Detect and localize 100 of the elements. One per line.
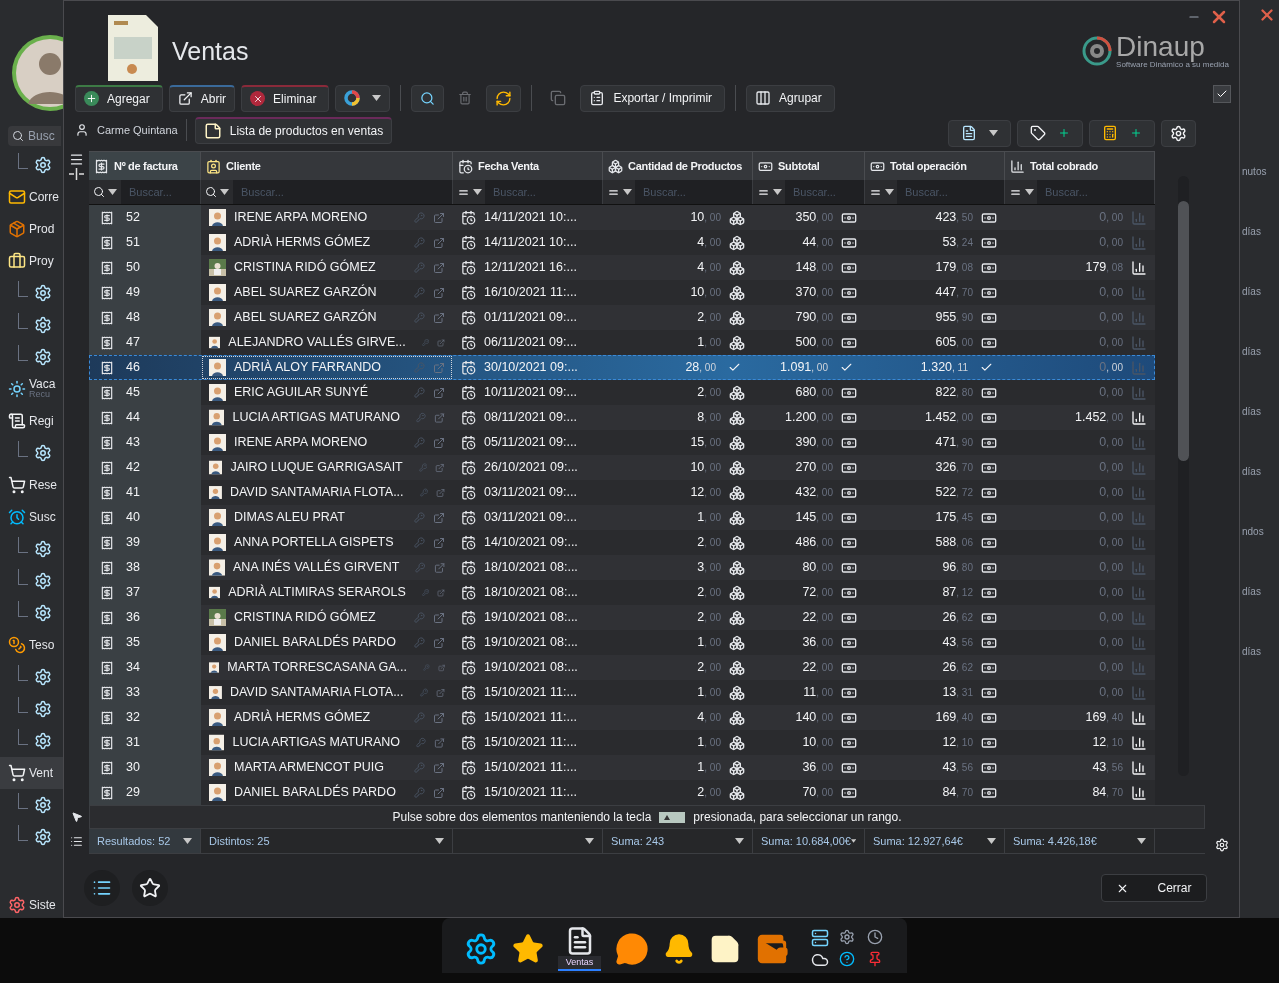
- table-row[interactable]: 31 LUCIA ARTIGAS MATURANO 15/10/2021 11:... 1, 00 10, 00 12, 10 12, 10: [89, 730, 1155, 755]
- key-icon[interactable]: [414, 537, 425, 548]
- close-button[interactable]: Cerrar: [1101, 874, 1207, 902]
- external-link-icon[interactable]: [433, 311, 445, 324]
- key-icon[interactable]: [414, 787, 425, 798]
- key-icon[interactable]: [414, 387, 425, 398]
- table-row[interactable]: 35 DANIEL BARALDÉS PARDO 19/10/2021 08:... 1, 00 36, 00 43, 56 0, 00: [89, 630, 1155, 655]
- external-link-icon[interactable]: [433, 211, 445, 224]
- table-row[interactable]: 42 JAIRO LUQUE GARRIGASAIT 26/10/2021 09:... 10, 00 270, 00 326, 70 0, 00: [89, 455, 1155, 480]
- external-link-icon[interactable]: [434, 411, 445, 424]
- close-icon[interactable]: [1258, 6, 1276, 24]
- export-button[interactable]: Exportar / Imprimir: [580, 84, 726, 112]
- sidebar-item[interactable]: Vaca Recu: [0, 372, 63, 405]
- table-row[interactable]: 32 ADRIÀ HERMS GÓMEZ 15/10/2021 11:... 4, 00 140, 00 169, 40 169, 40: [89, 705, 1155, 730]
- filter-operator[interactable]: [89, 180, 121, 204]
- external-link-icon[interactable]: [433, 536, 445, 549]
- external-link-icon[interactable]: [435, 461, 445, 474]
- filter-operator[interactable]: [603, 180, 635, 204]
- gear-icon[interactable]: [34, 347, 52, 366]
- gear-icon[interactable]: [34, 699, 52, 718]
- filter-operator[interactable]: [753, 180, 785, 204]
- external-link-icon[interactable]: [433, 236, 445, 249]
- filter-field[interactable]: Buscar...: [121, 183, 200, 201]
- table-row[interactable]: 43 IRENE ARPA MORENO 05/11/2021 09:... 15, 00 390, 00 471, 90 0, 00: [89, 430, 1155, 455]
- refresh-button[interactable]: [486, 84, 522, 112]
- sidebar-item[interactable]: Regi: [0, 404, 63, 437]
- key-icon[interactable]: [414, 287, 425, 298]
- table-row[interactable]: 44 LUCIA ARTIGAS MATURANO 08/11/2021 09:... 8, 00 1.200, 00 1.452, 00 1.452, 00: [89, 405, 1155, 430]
- filter-operator[interactable]: [453, 180, 485, 204]
- filter-field[interactable]: Buscar...: [233, 183, 452, 201]
- table-row[interactable]: 34 MARTA TORRESCASANA GA... 19/10/2021 08:... 2, 00 22, 00 26, 62 0, 00: [89, 655, 1155, 680]
- sidebar-item[interactable]: Proy: [0, 244, 63, 277]
- table-row[interactable]: 30 MARTA ARMENCOT PUIG 15/10/2021 11:... 1, 00 36, 00 43, 56 43, 56: [89, 755, 1155, 780]
- sidebar-item[interactable]: Prod: [0, 212, 63, 245]
- filter-operator[interactable]: [201, 180, 233, 204]
- sidebar-item[interactable]: Teso: [0, 628, 63, 661]
- table-row[interactable]: 49 ABEL SUAREZ GARZÓN 16/10/2021 11:... 10, 00 370, 00 447, 70 0, 00: [89, 280, 1155, 305]
- settings-button[interactable]: [1161, 119, 1196, 147]
- external-link-icon[interactable]: [433, 436, 445, 449]
- table-row[interactable]: 38 ANA INÉS VALLÉS GIRVENT 18/10/2021 08:... 3, 00 80, 00 96, 80 0, 00: [89, 555, 1155, 580]
- table-row[interactable]: 52 IRENE ARPA MORENO 14/11/2021 10:... 10, 00 350, 00 423, 50 0, 00: [89, 205, 1155, 230]
- key-icon[interactable]: [414, 237, 425, 248]
- gear-icon[interactable]: [34, 795, 52, 814]
- scrollbar[interactable]: [1177, 176, 1189, 776]
- external-link-icon[interactable]: [437, 336, 445, 349]
- gear-icon[interactable]: [34, 731, 52, 750]
- checkbox[interactable]: [1212, 85, 1231, 103]
- table-row[interactable]: 41 DAVID SANTAMARIA FLOTA... 03/11/2021 09:... 12, 00 432, 00 522, 72 0, 00: [89, 480, 1155, 505]
- column-resize-icon[interactable]: [69, 168, 84, 180]
- open-button[interactable]: Abrir: [168, 84, 236, 112]
- clock-icon[interactable]: [867, 928, 884, 945]
- gear-icon[interactable]: [34, 827, 52, 846]
- column-header[interactable]: Nº de factura: [89, 152, 201, 180]
- add-calculator-button[interactable]: [1089, 119, 1155, 147]
- gear-icon[interactable]: [34, 315, 52, 334]
- summary-dropdown[interactable]: Resultados: 52: [89, 829, 201, 853]
- add-tag-button[interactable]: [1017, 119, 1083, 147]
- table-row[interactable]: 45 ERIC AGUILAR SUNYÉ 10/11/2021 09:... 2, 00 680, 00 822, 80 0, 00: [89, 380, 1155, 405]
- sidebar-item[interactable]: Rese: [0, 468, 63, 501]
- gear-icon[interactable]: [34, 667, 52, 686]
- table-row[interactable]: 50 CRISTINA RIDÓ GÓMEZ 12/11/2021 16:... 4, 00 148, 00 179, 08 179, 08: [89, 255, 1155, 280]
- key-icon[interactable]: [416, 737, 427, 748]
- menu-icon[interactable]: [69, 152, 84, 167]
- gear-icon[interactable]: [34, 603, 52, 622]
- filter-operator[interactable]: [1005, 180, 1037, 204]
- table-row[interactable]: 29 DANIEL BARALDÉS PARDO 15/10/2021 11:... 2, 00 70, 00 84, 70 84, 70: [89, 780, 1155, 805]
- list-button[interactable]: [84, 870, 120, 906]
- filter-operator[interactable]: [865, 180, 897, 204]
- chat-icon[interactable]: [615, 931, 650, 966]
- external-link-icon[interactable]: [433, 611, 445, 624]
- table-row[interactable]: 40 DIMAS ALEU PRAT 03/11/2021 09:... 1, 00 145, 00 175, 45 0, 00: [89, 505, 1155, 530]
- favorite-button[interactable]: [132, 870, 168, 906]
- filter-field[interactable]: Buscar...: [485, 183, 602, 201]
- external-link-icon[interactable]: [433, 261, 445, 274]
- color-dropdown[interactable]: [335, 84, 391, 112]
- search-field[interactable]: Busc: [8, 126, 61, 146]
- table-row[interactable]: 47 ALEJANDRO VALLÉS GIRVE... 06/11/2021 09:... 1, 00 500, 00 605, 00 0, 00: [89, 330, 1155, 355]
- gear-icon[interactable]: [34, 539, 52, 558]
- report-button[interactable]: Lista de productos en ventas: [194, 116, 393, 144]
- table-row[interactable]: 46 ADRIÀ ALOY FARRANDO 30/10/2021 09:... 28, 00 1.091, 00 1.320, 11 0, 00: [89, 355, 1155, 380]
- external-link-icon[interactable]: [433, 786, 445, 799]
- gear-icon[interactable]: [34, 443, 52, 462]
- group-button[interactable]: Agrupar: [746, 84, 835, 112]
- external-link-icon[interactable]: [434, 736, 445, 749]
- delete-button[interactable]: Eliminar: [241, 84, 330, 112]
- table-row[interactable]: 48 ABEL SUAREZ GARZÓN 01/11/2021 09:... 2, 00 790, 00 955, 90 0, 00: [89, 305, 1155, 330]
- table-row[interactable]: 33 DAVID SANTAMARIA FLOTA... 15/10/2021 11:... 1, 00 11, 00 13, 31 0, 00: [89, 680, 1155, 705]
- table-row[interactable]: 39 ANNA PORTELLA GISPETS 14/10/2021 09:... 2, 00 486, 00 588, 06 0, 00: [89, 530, 1155, 555]
- external-link-icon[interactable]: [433, 636, 445, 649]
- filter-field[interactable]: Buscar...: [635, 183, 752, 201]
- sidebar-item[interactable]: Vent: [0, 756, 63, 789]
- external-link-icon[interactable]: [433, 386, 445, 399]
- external-link-icon[interactable]: [435, 486, 445, 499]
- table-row[interactable]: 37 ADRIÀ ALTIMIRAS SERAROLS 18/10/2021 08:... 2, 00 72, 00 87, 12 0, 00: [89, 580, 1155, 605]
- help-icon[interactable]: [839, 950, 856, 967]
- external-link-icon[interactable]: [433, 511, 445, 524]
- server-icon[interactable]: [811, 928, 830, 947]
- filter-field[interactable]: Buscar...: [1037, 183, 1154, 201]
- key-icon[interactable]: [414, 637, 425, 648]
- settings-icon[interactable]: [1215, 838, 1229, 852]
